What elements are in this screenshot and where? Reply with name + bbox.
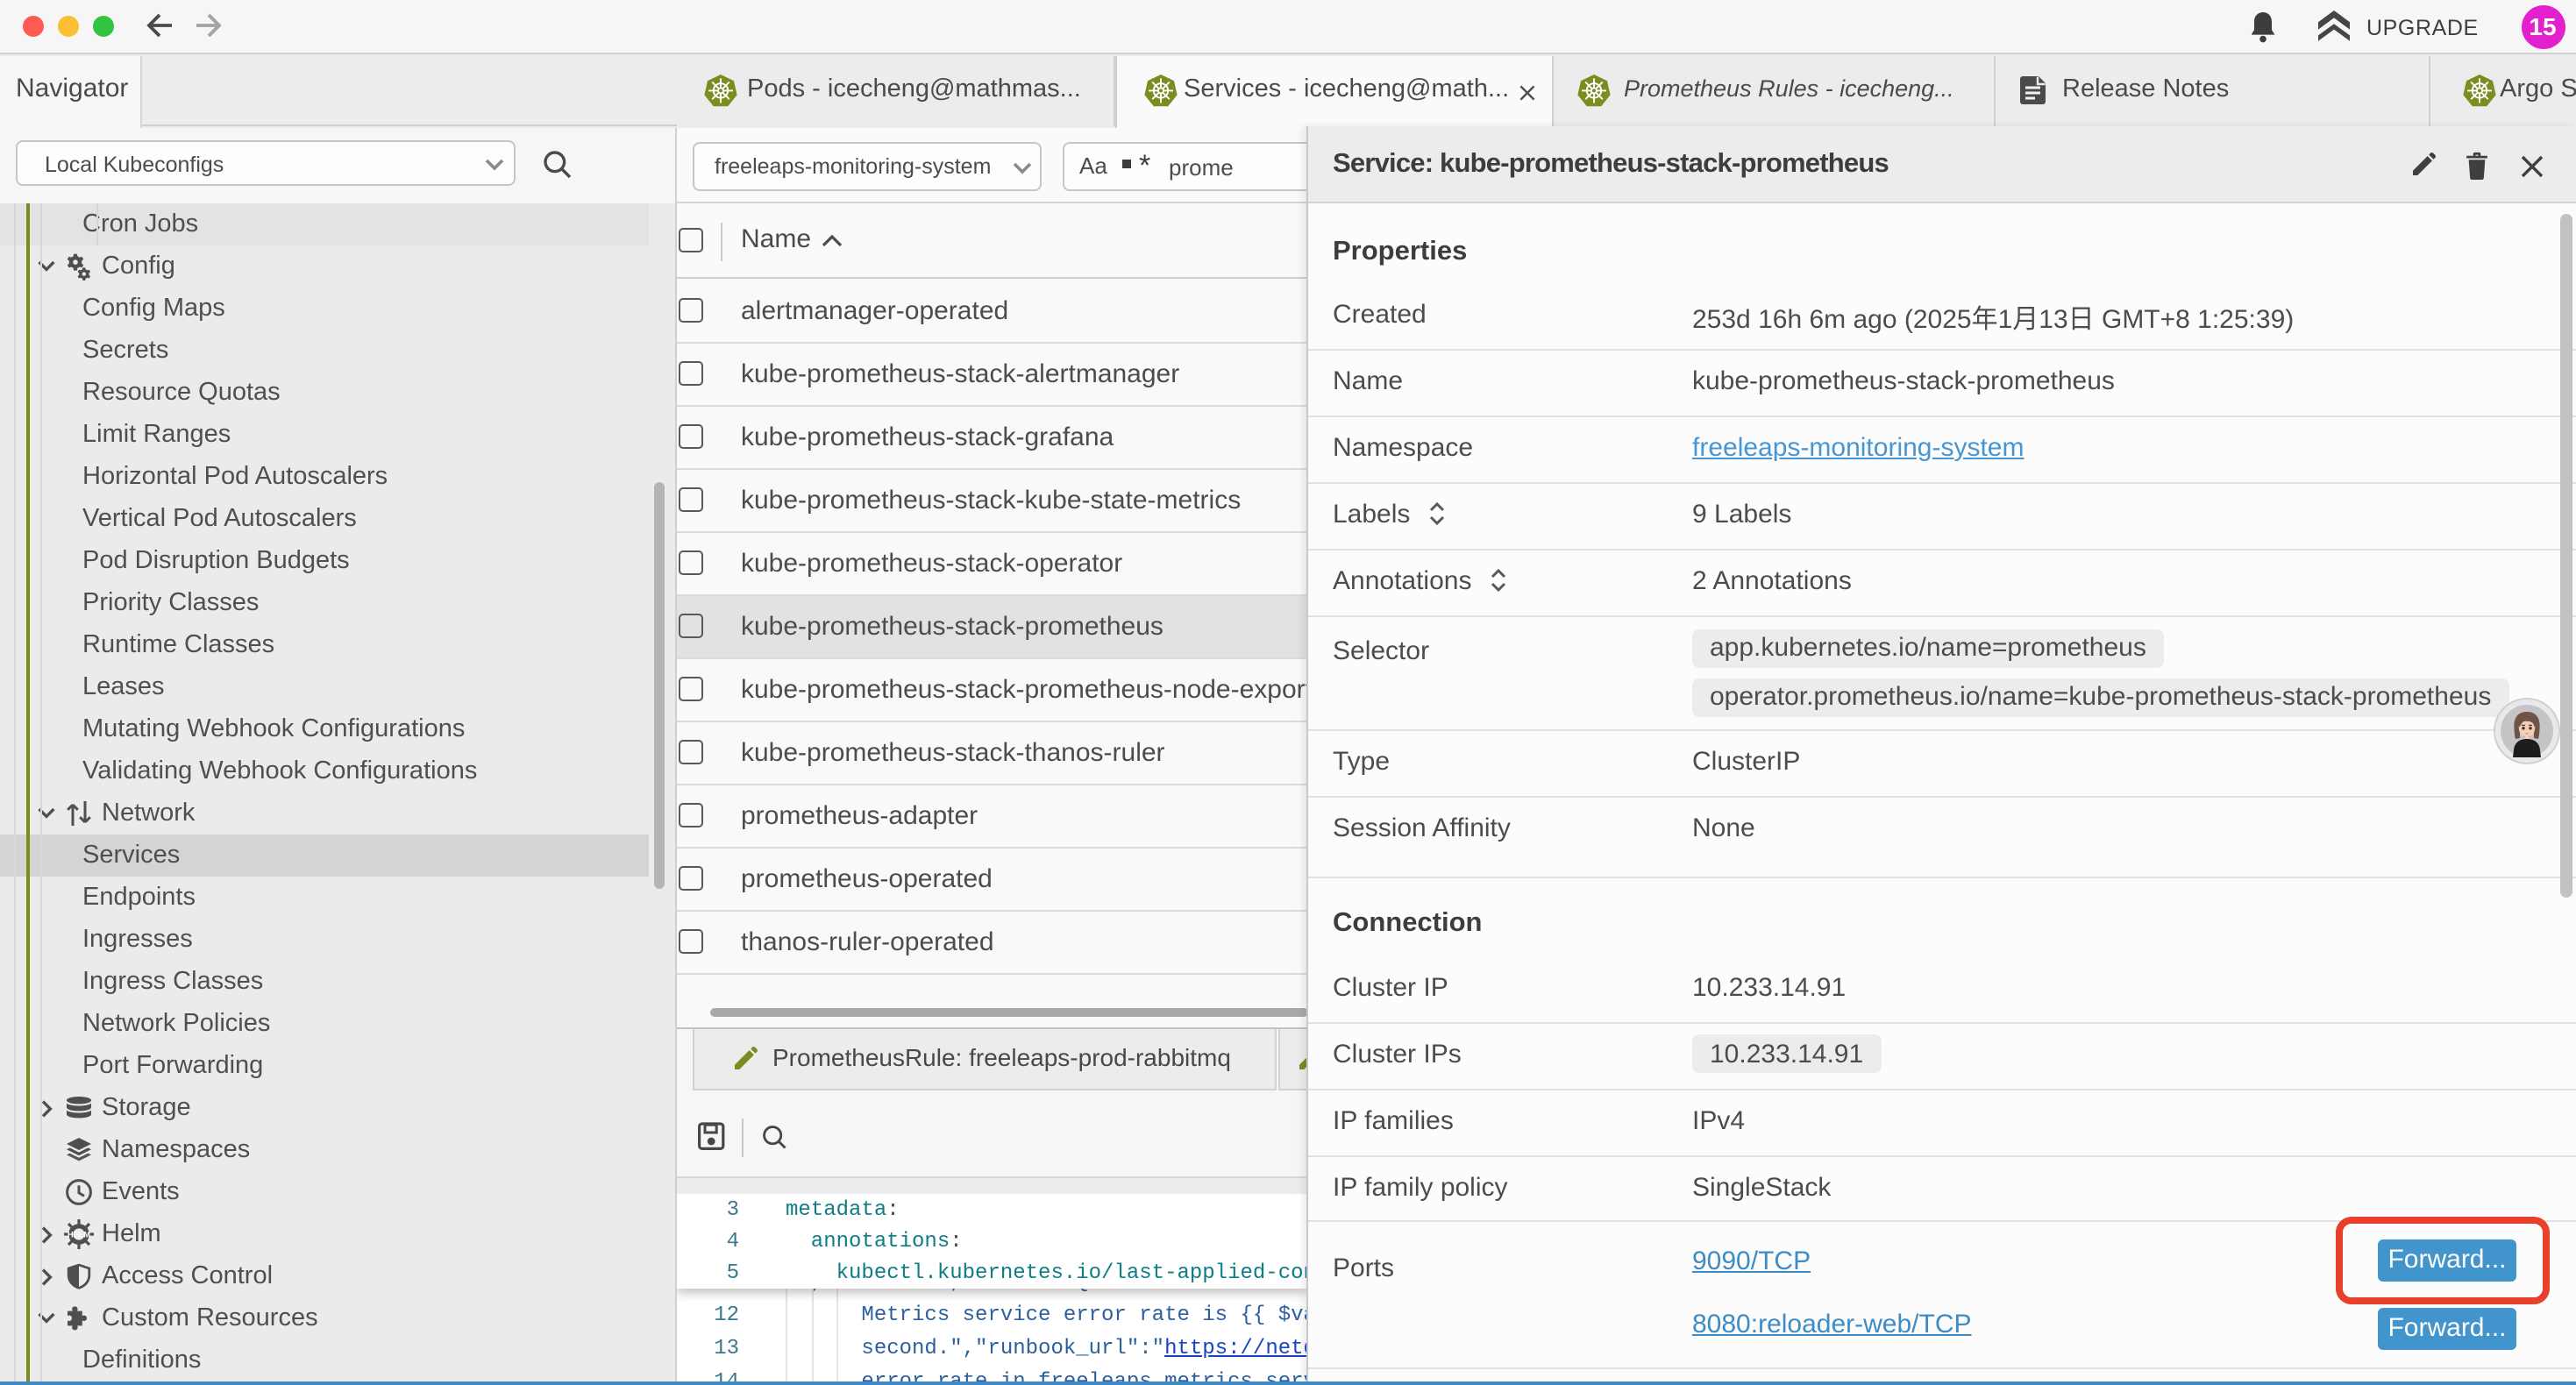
svg-text:HELM: HELM — [68, 1231, 90, 1239]
